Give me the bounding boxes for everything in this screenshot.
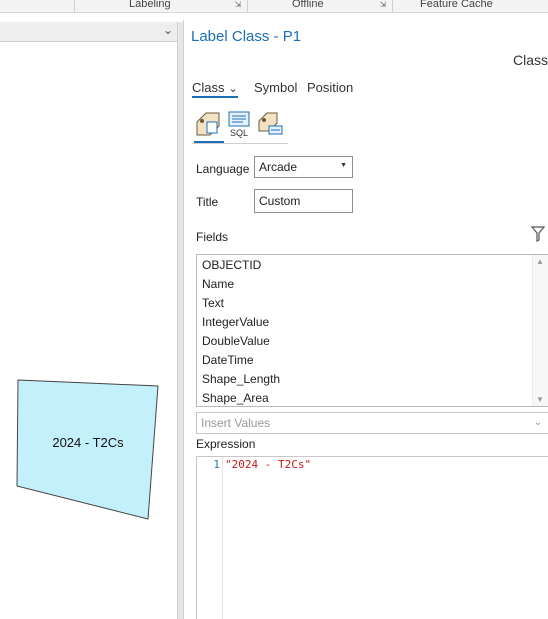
list-item[interactable]: DoubleValue bbox=[202, 332, 270, 351]
ribbon-group-labels: Labeling ⇲ Offline ⇲ Feature Cache bbox=[0, 0, 548, 13]
insert-values-placeholder: Insert Values bbox=[201, 416, 271, 430]
offline-launcher-icon[interactable]: ⇲ bbox=[378, 0, 388, 10]
insert-values-dropdown[interactable]: Insert Values ⌄ bbox=[196, 412, 548, 434]
fields-scrollbar[interactable]: ▲ ▼ bbox=[532, 255, 548, 406]
ribbon-separator bbox=[392, 0, 393, 12]
tab-class[interactable]: Class ⌄ bbox=[192, 80, 238, 98]
chevron-down-icon[interactable]: ⌄ bbox=[163, 23, 173, 37]
list-item[interactable]: IntegerValue bbox=[202, 313, 269, 332]
filter-icon[interactable] bbox=[531, 226, 545, 242]
scroll-up-icon[interactable]: ▲ bbox=[536, 257, 544, 266]
tab-position[interactable]: Position bbox=[307, 80, 353, 95]
fields-label: Fields bbox=[196, 230, 229, 244]
list-item[interactable]: Shape_Length bbox=[202, 370, 280, 389]
chevron-down-icon: ⌄ bbox=[228, 83, 238, 95]
ribbon-group-feature-cache: Feature Cache bbox=[420, 0, 493, 10]
label-expression-icon bbox=[196, 112, 220, 136]
scroll-down-icon[interactable]: ▼ bbox=[536, 395, 544, 404]
dropdown-arrow-icon: ▼ bbox=[340, 162, 347, 169]
map-feature-label: 2024 - T2Cs bbox=[52, 435, 124, 450]
map-tab-strip: ⌄ bbox=[0, 22, 177, 42]
chevron-down-icon: ⌄ bbox=[533, 417, 542, 428]
fields-list[interactable]: OBJECTID Name Text IntegerValue DoubleVa… bbox=[196, 254, 548, 407]
list-item[interactable]: OBJECTID bbox=[202, 256, 261, 275]
list-item[interactable]: Text bbox=[202, 294, 224, 313]
expression-code[interactable]: "2024 - T2Cs" bbox=[225, 458, 311, 471]
title-input[interactable]: Custom bbox=[254, 189, 353, 213]
class-heading: Class bbox=[512, 52, 548, 68]
sql-query-icon: SQL bbox=[228, 111, 250, 138]
labeling-launcher-icon[interactable]: ⇲ bbox=[233, 0, 243, 10]
pane-title: Label Class - P1 bbox=[191, 28, 302, 45]
ribbon-separator bbox=[74, 0, 75, 12]
ribbon-group-labeling: Labeling bbox=[129, 0, 171, 10]
label-placement-button[interactable] bbox=[256, 110, 286, 140]
ribbon-group-offline: Offline bbox=[292, 0, 324, 10]
label-placement-icon bbox=[258, 112, 283, 135]
ribbon-separator bbox=[247, 0, 248, 12]
tab-class-label: Class bbox=[192, 80, 225, 95]
language-dropdown[interactable]: Arcade ▼ bbox=[254, 156, 353, 178]
language-value: Arcade bbox=[259, 160, 298, 174]
expression-editor[interactable]: 1 "2024 - T2Cs" bbox=[196, 456, 548, 619]
label-class-pane: Label Class - P1 Class Class ⌄ Symbol Pos… bbox=[183, 20, 548, 619]
line-number-gutter: 1 bbox=[197, 457, 223, 619]
list-item[interactable]: DateTime bbox=[202, 351, 254, 370]
list-item[interactable]: Name bbox=[202, 275, 234, 294]
map-canvas: 2024 - T2Cs bbox=[16, 379, 159, 520]
title-label: Title bbox=[196, 195, 219, 209]
expression-label: Expression bbox=[196, 437, 256, 451]
line-number: 1 bbox=[213, 458, 220, 471]
list-item[interactable]: Shape_Area bbox=[202, 389, 269, 406]
class-subtabs: SQL bbox=[192, 110, 288, 146]
label-expression-button[interactable] bbox=[194, 110, 224, 144]
map-view[interactable]: 2024 - T2Cs bbox=[0, 42, 177, 619]
tab-symbol[interactable]: Symbol bbox=[254, 80, 297, 95]
app-window: Labeling ⇲ Offline ⇲ Feature Cache ⌄ 202… bbox=[0, 0, 548, 619]
sql-query-button[interactable]: SQL bbox=[225, 110, 255, 140]
subtab-underline bbox=[192, 143, 288, 144]
sql-icon-text: SQL bbox=[230, 128, 248, 138]
language-label: Language bbox=[196, 162, 250, 176]
